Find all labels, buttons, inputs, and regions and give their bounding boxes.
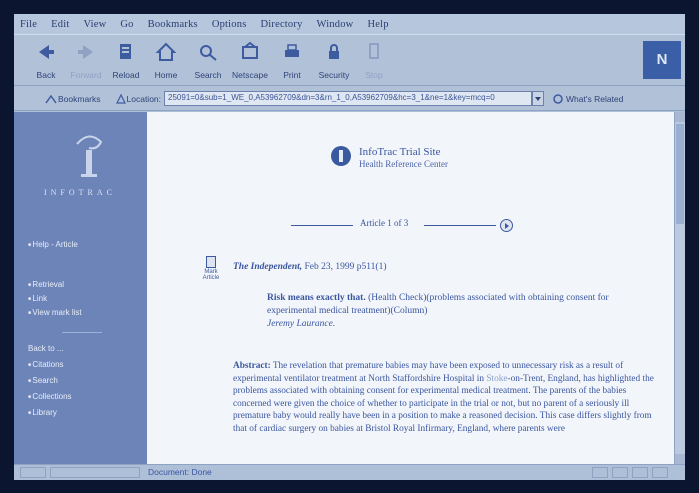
abstract-link[interactable]: Stoke: [486, 374, 507, 384]
menu-bar: File Edit View Go Bookmarks Options Dire…: [14, 14, 685, 34]
search-label: Search: [194, 70, 222, 80]
status-mail-icon[interactable]: [592, 467, 608, 478]
lock-icon: [329, 44, 339, 59]
mark-article-label: Mark Article: [202, 269, 220, 281]
sidebar-search-link[interactable]: Search: [28, 376, 57, 385]
bookmarks-label: Bookmarks: [58, 93, 101, 104]
publication-name[interactable]: The Independent,: [233, 262, 302, 272]
forward-arrow-icon: [78, 45, 93, 59]
print-button[interactable]: Print: [272, 39, 312, 83]
article-nav-rule: [424, 225, 496, 226]
print-label: Print: [283, 70, 301, 80]
infotrac-logo: INFOTRAC: [42, 130, 118, 200]
document-icon: [206, 256, 216, 268]
forward-button[interactable]: Forward: [66, 39, 106, 83]
sidebar-retrieval-link[interactable]: Retrieval: [28, 280, 64, 289]
search-icon: [200, 45, 217, 61]
back-label: Back: [36, 70, 56, 80]
site-title: InfoTrac Trial Site: [359, 146, 441, 158]
status-text: Document: Done: [148, 467, 212, 477]
bookmarks-button[interactable]: Bookmarks: [44, 93, 101, 105]
location-text: Location:: [126, 93, 162, 104]
stop-icon: [369, 43, 379, 59]
abstract-label: Abstract:: [233, 361, 271, 371]
reload-label: Reload: [112, 70, 140, 80]
sidebar-help-link[interactable]: Help - Article: [28, 240, 77, 249]
netscape-logo[interactable]: N: [643, 41, 681, 79]
back-button[interactable]: Back: [26, 39, 66, 83]
whats-related-button[interactable]: What's Related: [552, 93, 623, 105]
status-news-icon[interactable]: [612, 467, 628, 478]
navigation-toolbar: Back Forward Reload Home Search Netscape…: [14, 34, 685, 86]
sidebar-library-link[interactable]: Library: [28, 408, 56, 417]
security-button[interactable]: Security: [314, 39, 354, 83]
stop-label: Stop: [365, 70, 383, 80]
location-label: Location:: [115, 93, 162, 105]
print-icon: [285, 44, 299, 57]
infotrac-wordmark: INFOTRAC: [43, 188, 116, 197]
forward-label: Forward: [70, 70, 102, 80]
vertical-scrollbar[interactable]: [674, 112, 685, 464]
scroll-down-button[interactable]: [675, 454, 685, 464]
article-headline: Risk means exactly that. (Health Check)(…: [267, 292, 637, 331]
infotrac-sidebar: INFOTRAC Help - Article Retrieval Link V…: [14, 112, 147, 464]
status-component-icon[interactable]: [652, 467, 668, 478]
site-subtitle: Health Reference Center: [359, 159, 448, 169]
whats-related-label: What's Related: [566, 93, 624, 104]
next-article-button[interactable]: [500, 219, 513, 232]
netscape-button[interactable]: Netscape: [230, 39, 270, 83]
sidebar-collections-link[interactable]: Collections: [28, 392, 71, 401]
menu-help[interactable]: Help: [367, 19, 388, 30]
browser-window: File Edit View Go Bookmarks Options Dire…: [14, 14, 685, 480]
menu-view[interactable]: View: [83, 19, 106, 30]
reload-icon: [120, 44, 131, 59]
sidebar-view-mark-link[interactable]: View mark list: [28, 308, 81, 317]
mark-article-button[interactable]: Mark Article: [199, 256, 223, 286]
home-label: Home: [154, 70, 178, 80]
menu-bookmarks[interactable]: Bookmarks: [148, 19, 198, 30]
search-button[interactable]: Search: [188, 39, 228, 83]
menu-go[interactable]: Go: [120, 19, 133, 30]
netscape-label: Netscape: [232, 70, 268, 80]
scroll-thumb[interactable]: [676, 124, 684, 224]
netscape-icon: [242, 41, 258, 59]
sidebar-link-link[interactable]: Link: [28, 294, 47, 303]
sidebar-divider: [62, 332, 102, 333]
location-bar: Bookmarks Location: 25091=0&sub=1_WE_0,A…: [14, 87, 685, 111]
article-counter: Article 1 of 3: [360, 218, 409, 228]
menu-window[interactable]: Window: [317, 19, 354, 30]
article-abstract: Abstract: The revelation that premature …: [233, 360, 658, 436]
back-arrow-icon: [39, 45, 54, 59]
security-label: Security: [318, 70, 350, 80]
menu-edit[interactable]: Edit: [51, 19, 69, 30]
article-author: Jeremy Laurance.: [267, 319, 336, 329]
menu-options[interactable]: Options: [212, 19, 247, 30]
article-content: InfoTrac Trial Site Health Reference Cen…: [147, 112, 674, 464]
location-icon: [115, 93, 126, 104]
article-citation: The Independent, Feb 23, 1999 p511(1): [233, 262, 387, 272]
reload-button[interactable]: Reload: [106, 39, 146, 83]
headline-title: Risk means exactly that.: [267, 293, 366, 303]
infotrac-emblem-icon: [76, 135, 103, 177]
scroll-up-button[interactable]: [675, 112, 685, 122]
menu-file[interactable]: File: [20, 19, 37, 30]
home-icon: [155, 42, 177, 61]
url-dropdown-button[interactable]: [532, 91, 545, 106]
url-field[interactable]: 25091=0&sub=1_WE_0,A53962709&dn=3&rn_1_0…: [164, 91, 533, 106]
bookmark-icon: [45, 94, 57, 103]
stop-button[interactable]: Stop: [354, 39, 394, 83]
home-button[interactable]: Home: [146, 39, 186, 83]
menu-directory[interactable]: Directory: [260, 19, 302, 30]
progress-indicator: [50, 467, 140, 478]
status-composer-icon[interactable]: [632, 467, 648, 478]
infotrac-info-icon: [331, 146, 351, 166]
sidebar-citations-link[interactable]: Citations: [28, 360, 63, 369]
status-bar: Document: Done: [14, 464, 685, 480]
article-nav-rule: [291, 225, 353, 226]
related-icon: [553, 93, 563, 104]
security-status-icon[interactable]: [20, 467, 46, 478]
sidebar-back-to-heading: Back to ...: [28, 344, 64, 353]
publication-date: Feb 23, 1999 p511(1): [302, 262, 387, 272]
